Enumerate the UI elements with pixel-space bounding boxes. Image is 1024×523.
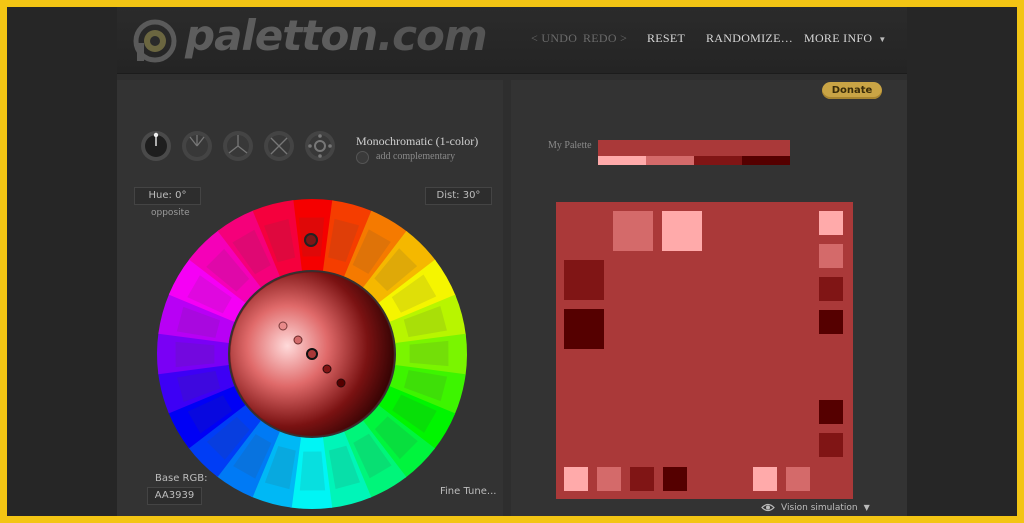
preview-swatch	[662, 211, 702, 251]
shade-dot	[322, 364, 332, 374]
preview-swatch	[819, 433, 843, 457]
page-frame: paletton.com < UNDO REDO > RESET RANDOMI…	[7, 7, 1017, 516]
hue-segment-band	[299, 451, 326, 491]
palette-swatch	[694, 156, 742, 165]
my-palette-label: My Palette	[548, 140, 592, 151]
more-info-label: MORE INFO	[804, 31, 873, 45]
reset-button[interactable]: RESET	[647, 31, 685, 46]
caret-down-icon: ▼	[878, 35, 887, 44]
eye-icon	[761, 503, 775, 512]
preview-swatch	[663, 467, 687, 491]
palette-base-swatch	[598, 140, 790, 156]
preview-swatch	[597, 467, 621, 491]
hue-handle[interactable]	[304, 233, 318, 247]
color-wheel[interactable]	[155, 197, 470, 512]
base-rgb-label: Base RGB:	[155, 473, 208, 484]
logo-text: paletton.com	[185, 11, 488, 60]
preview-swatch	[753, 467, 777, 491]
palette-swatch	[742, 156, 790, 165]
base-rgb-input[interactable]: AA3939	[147, 487, 202, 505]
preview-swatch	[564, 467, 588, 491]
more-info-menu[interactable]: MORE INFO ▼	[804, 31, 887, 46]
monochromatic-icon[interactable]	[140, 130, 172, 162]
vision-simulation-label: Vision simulation	[781, 503, 858, 513]
palette-preview[interactable]	[556, 202, 853, 499]
caret-down-icon: ▼	[863, 503, 870, 512]
preview-swatch	[819, 277, 843, 301]
scheme-mode-label: Monochromatic (1-color)	[356, 134, 479, 148]
preview-swatch	[819, 310, 843, 334]
tetrad-icon[interactable]	[263, 130, 295, 162]
hue-segment-band	[175, 341, 215, 368]
add-complementary-label: add complementary	[376, 151, 456, 162]
freestyle-icon[interactable]	[304, 130, 336, 162]
top-bar: paletton.com < UNDO REDO > RESET RANDOMI…	[117, 7, 907, 74]
vision-simulation-menu[interactable]: Vision simulation ▼	[761, 503, 870, 513]
base-shade-handle[interactable]	[306, 348, 318, 360]
hue-segment-band	[409, 340, 449, 367]
palette-swatch	[646, 156, 694, 165]
preview-swatch	[819, 244, 843, 268]
add-complementary-toggle[interactable]	[356, 151, 369, 164]
palette-panel: My Palette Vision simulation ▼	[511, 80, 907, 516]
randomize-button[interactable]: RANDOMIZE…	[706, 31, 793, 46]
preview-swatch	[564, 309, 604, 349]
donate-button[interactable]: Donate	[822, 82, 882, 99]
paletton-app: paletton.com < UNDO REDO > RESET RANDOMI…	[117, 7, 907, 516]
preview-swatch	[630, 467, 654, 491]
color-wheel-panel: Monochromatic (1-color) add complementar…	[117, 80, 503, 516]
shade-dot	[293, 335, 303, 345]
undo-button[interactable]: < UNDO	[531, 31, 577, 46]
shade-dot	[336, 378, 346, 388]
preview-swatch	[564, 260, 604, 300]
adjacent-icon[interactable]	[181, 130, 213, 162]
shade-dot	[278, 321, 288, 331]
triad-icon[interactable]	[222, 130, 254, 162]
fine-tune-button[interactable]: Fine Tune...	[440, 486, 496, 497]
preview-swatch	[786, 467, 810, 491]
palette-swatch	[598, 156, 646, 165]
palette-bar[interactable]	[598, 140, 790, 165]
preview-swatch	[613, 211, 653, 251]
preview-swatch	[819, 211, 843, 235]
preview-swatch	[819, 400, 843, 424]
logo-icon	[133, 19, 177, 63]
redo-button[interactable]: REDO >	[583, 31, 627, 46]
